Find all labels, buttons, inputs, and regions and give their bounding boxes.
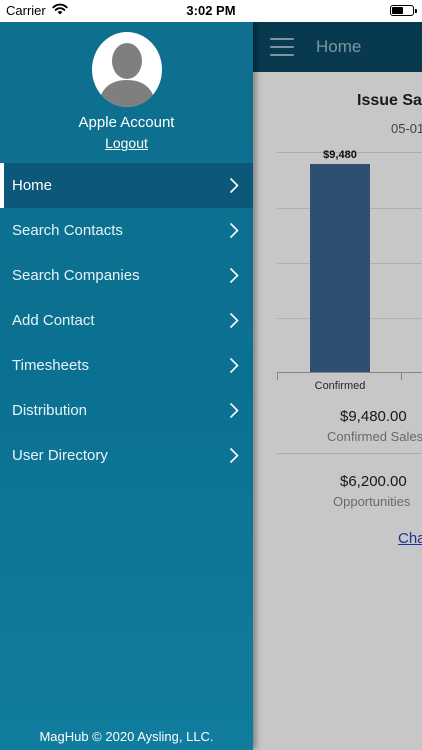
chevron-right-icon xyxy=(229,312,239,329)
chevron-right-icon xyxy=(229,222,239,239)
account-name: Apple Account xyxy=(78,114,175,131)
side-drawer: Apple Account Logout Home Search Contact… xyxy=(0,22,253,750)
menu-item-label: Search Companies xyxy=(12,267,140,284)
menu-item-timesheets[interactable]: Timesheets xyxy=(0,343,253,388)
chevron-right-icon xyxy=(229,357,239,374)
menu-item-search-contacts[interactable]: Search Contacts xyxy=(0,208,253,253)
chevron-right-icon xyxy=(229,447,239,464)
menu-item-label: Distribution xyxy=(12,402,88,419)
menu-item-search-companies[interactable]: Search Companies xyxy=(0,253,253,298)
menu-item-label: User Directory xyxy=(12,447,108,464)
chevron-right-icon xyxy=(229,177,239,194)
user-silhouette-icon xyxy=(92,32,162,107)
clock: 3:02 PM xyxy=(186,3,236,18)
menu-item-add-contact[interactable]: Add Contact xyxy=(0,298,253,343)
chevron-right-icon xyxy=(229,267,239,284)
menu-item-label: Home xyxy=(12,177,53,194)
navigation-menu: Home Search Contacts Search Companies Ad… xyxy=(0,163,253,478)
menu-item-user-directory[interactable]: User Directory xyxy=(0,433,253,478)
status-bar: Carrier 3:02 PM xyxy=(0,0,422,22)
menu-item-label: Add Contact xyxy=(12,312,95,329)
battery-icon xyxy=(390,5,417,16)
menu-item-label: Timesheets xyxy=(12,357,89,374)
menu-item-distribution[interactable]: Distribution xyxy=(0,388,253,433)
menu-item-label: Search Contacts xyxy=(12,222,123,239)
menu-item-home[interactable]: Home xyxy=(0,163,253,208)
battery-fill xyxy=(392,7,403,14)
copyright-footer: MagHub © 2020 Aysling, LLC. xyxy=(39,729,214,744)
logout-link[interactable]: Logout xyxy=(0,135,253,151)
chevron-right-icon xyxy=(229,402,239,419)
